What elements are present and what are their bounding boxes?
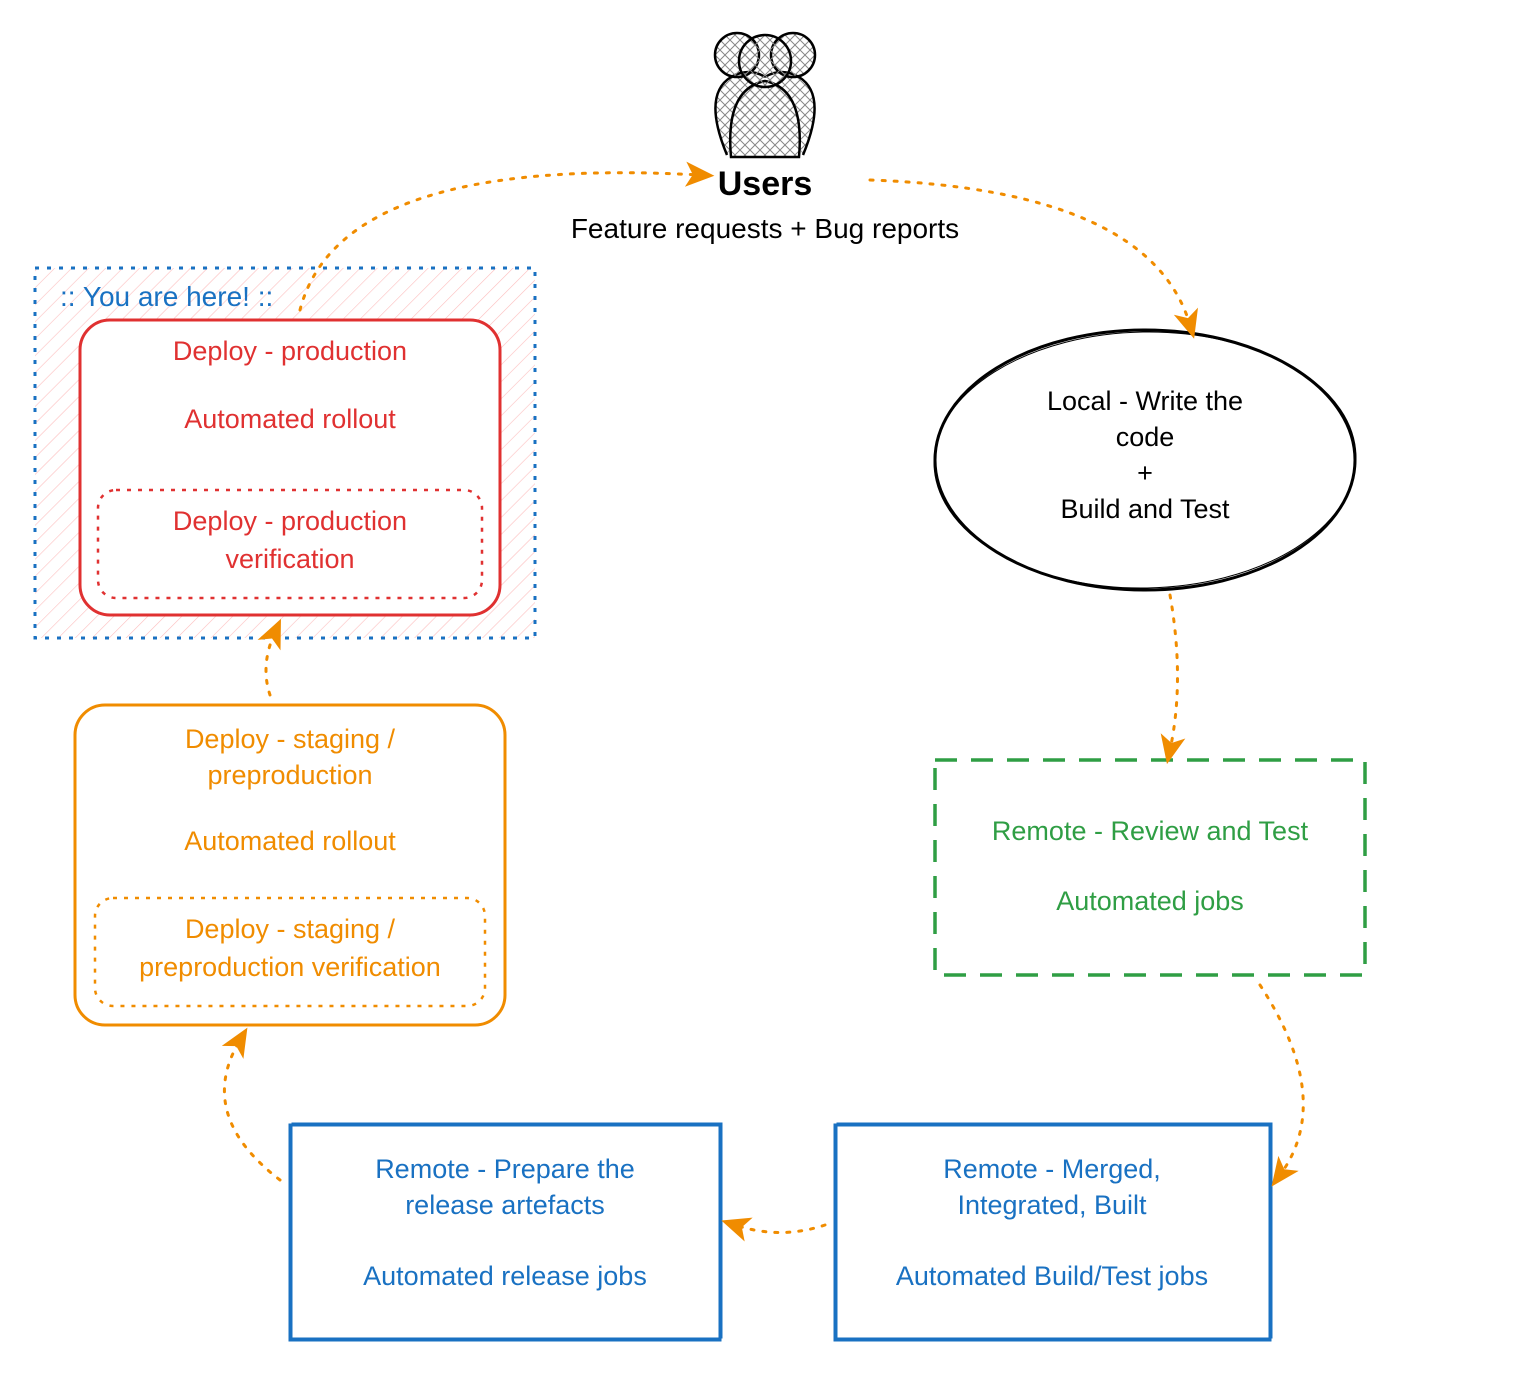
local-node: Local - Write the code + Build and Test bbox=[932, 328, 1358, 591]
release-line2: release artefacts bbox=[405, 1190, 605, 1220]
merged-line1: Remote - Merged, bbox=[943, 1154, 1161, 1184]
merged-line2: Integrated, Built bbox=[957, 1190, 1147, 1220]
local-line2: code bbox=[1116, 422, 1175, 452]
diagram-canvas: Users Feature requests + Bug reports :: … bbox=[0, 0, 1527, 1382]
deploy-prod-inner2: verification bbox=[225, 544, 354, 574]
release-line1: Remote - Prepare the bbox=[375, 1154, 635, 1184]
deploy-stg-inner2: preproduction verification bbox=[139, 952, 441, 982]
users-title: Users bbox=[718, 165, 813, 203]
deploy-production-node: Deploy - production Automated rollout De… bbox=[80, 320, 500, 615]
local-line1: Local - Write the bbox=[1047, 386, 1243, 416]
release-line3: Automated release jobs bbox=[363, 1261, 647, 1291]
arrow-users-to-local bbox=[870, 180, 1190, 325]
review-line1: Remote - Review and Test bbox=[992, 816, 1309, 846]
arrow-release-to-staging bbox=[224, 1040, 280, 1180]
users-subtitle: Feature requests + Bug reports bbox=[571, 213, 959, 244]
deploy-stg-inner1: Deploy - staging / bbox=[185, 914, 396, 944]
remote-release-node: Remote - Prepare the release artefacts A… bbox=[290, 1123, 722, 1340]
deploy-stg-title2: preproduction bbox=[207, 760, 372, 790]
arrow-local-to-review bbox=[1170, 595, 1178, 750]
deploy-stg-title1: Deploy - staging / bbox=[185, 724, 396, 754]
deploy-prod-title: Deploy - production bbox=[173, 336, 407, 366]
local-line4: Build and Test bbox=[1060, 494, 1230, 524]
deploy-stg-line2: Automated rollout bbox=[184, 826, 396, 856]
deploy-staging-node: Deploy - staging / preproduction Automat… bbox=[75, 705, 505, 1025]
arrow-merged-to-release bbox=[735, 1225, 825, 1233]
remote-review-node: Remote - Review and Test Automated jobs bbox=[935, 760, 1365, 975]
review-line2: Automated jobs bbox=[1056, 886, 1244, 916]
users-icon bbox=[715, 33, 815, 157]
arrow-staging-to-prod bbox=[266, 632, 275, 695]
callout-label: :: You are here! :: bbox=[60, 281, 273, 312]
deploy-prod-line2: Automated rollout bbox=[184, 404, 396, 434]
remote-merged-node: Remote - Merged, Integrated, Built Autom… bbox=[835, 1123, 1272, 1340]
merged-line3: Automated Build/Test jobs bbox=[896, 1261, 1208, 1291]
deploy-prod-inner1: Deploy - production bbox=[173, 506, 407, 536]
local-line3: + bbox=[1137, 458, 1153, 488]
